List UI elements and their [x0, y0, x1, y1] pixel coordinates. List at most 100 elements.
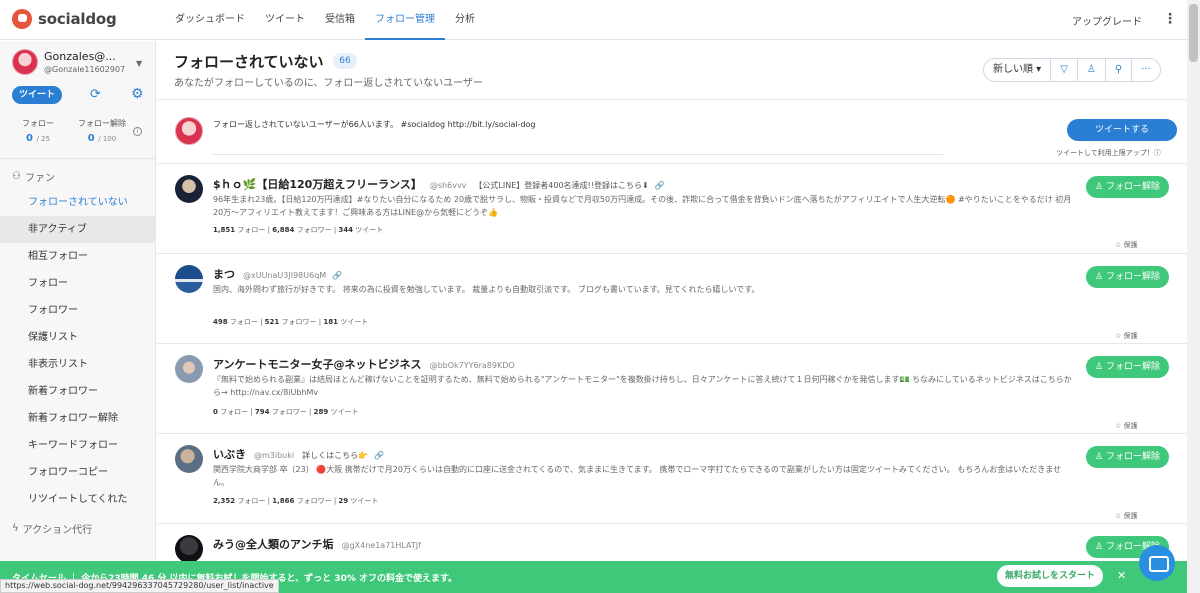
logo-text: socialdog — [38, 10, 117, 28]
nav-dashboard[interactable]: ダッシュボード — [165, 0, 255, 40]
nav-tweet[interactable]: ツイート — [255, 0, 315, 40]
sidebar-item-new-followers[interactable]: 新着フォロワー — [0, 378, 156, 405]
user-name[interactable]: アンケートモニター女子@ネットビジネス — [213, 358, 422, 371]
avatar — [175, 445, 203, 473]
scrollbar[interactable] — [1187, 0, 1200, 593]
nav-follow-management[interactable]: フォロー管理 — [365, 0, 445, 40]
protect-button[interactable]: ☆ 保護 — [1115, 331, 1138, 341]
more-menu-icon[interactable]: ⋮ — [1163, 10, 1177, 28]
post-tweet-button[interactable]: ツイートする — [1067, 119, 1177, 141]
user-icon: ♙ — [1095, 182, 1104, 192]
sort-dropdown[interactable]: 新しい順 ▾ — [984, 59, 1050, 81]
user-counts: 498 フォロー | 521 フォロワー | 181 ツイート — [213, 318, 369, 326]
avatar — [175, 535, 203, 561]
sidebar-item-followers[interactable]: フォロワー — [0, 297, 156, 324]
account-switcher[interactable]: Gonzales@... @Gonzale11602907 — [12, 49, 125, 75]
close-icon[interactable]: ✕ — [1117, 569, 1126, 582]
unfollow-button[interactable]: ♙ フォロー解除 — [1086, 356, 1169, 378]
avatar — [12, 49, 38, 75]
compose-text[interactable]: フォロー返しされていないユーザーが66人います。 #socialdog http… — [213, 119, 536, 130]
tweets-count: 181 — [323, 318, 338, 326]
user-name[interactable]: まつ — [213, 268, 235, 281]
page-subtitle: あなたがフォローしているのに、フォロー返しされていないユーザー — [174, 78, 483, 89]
user-name[interactable]: $ｈｏ🌿【日給120万超えフリーランス】 — [213, 178, 422, 191]
link-icon[interactable]: 🔗 — [332, 271, 342, 280]
socialdog-logo[interactable]: socialdog — [12, 9, 117, 29]
free-trial-button[interactable]: 無料お試しをスタート — [997, 565, 1103, 587]
account-handle: @Gonzale11602907 — [44, 65, 126, 74]
stat-label: フォロー解除 — [78, 119, 126, 128]
nav-inbox[interactable]: 受信箱 — [315, 0, 365, 40]
user-icon: ♙ — [1095, 542, 1104, 552]
count-label: フォロワー — [296, 497, 332, 505]
stat-value: 0 — [26, 133, 33, 144]
user-icon[interactable]: ♙ — [1076, 59, 1105, 81]
protect-button[interactable]: ☆ 保護 — [1115, 511, 1138, 521]
scrollbar-thumb[interactable] — [1189, 4, 1198, 62]
sidebar-item-retweeted[interactable]: リツイートしてくれた — [0, 486, 156, 513]
user-icon: ♙ — [1095, 452, 1104, 462]
unfollow-label: フォロー解除 — [1105, 362, 1160, 372]
sidebar-item-hidden[interactable]: 非表示リスト — [0, 351, 156, 378]
chevron-down-icon[interactable]: ▼ — [136, 59, 142, 68]
page-title: フォローされていない — [174, 53, 324, 71]
pin-icon[interactable]: ⚲ — [1104, 59, 1131, 81]
sidebar-item-keyword-follow[interactable]: キーワードフォロー — [0, 432, 156, 459]
action-section-header[interactable]: ϟ アクション代行 — [12, 521, 92, 536]
list-item: いぶき @m3ibuki 詳しくはこちら👉 🔗 関西学院大商学部 卒（23） 🔴大阪 … — [157, 433, 1187, 523]
nav-analytics[interactable]: 分析 — [445, 0, 485, 40]
user-name[interactable]: いぶき — [213, 448, 246, 461]
refresh-icon[interactable]: ⟳ — [90, 87, 101, 102]
people-icon: ⚇ — [12, 171, 21, 182]
following-count: 2,352 — [213, 497, 236, 505]
sidebar-item-new-unfollowers[interactable]: 新着フォロワー解除 — [0, 405, 156, 432]
user-bio: 96年生まれ23歳。【日給120万円達成】#なりたい自分になるため 20歳で脱サ… — [213, 195, 1072, 217]
main-nav: ダッシュボード ツイート 受信箱 フォロー管理 分析 — [165, 0, 485, 40]
user-counts: 1,851 フォロー | 6,884 フォロワー | 344 ツイート — [213, 226, 384, 234]
tweets-count: 29 — [338, 497, 349, 505]
tweet-button[interactable]: ツイート — [12, 86, 62, 104]
upgrade-link[interactable]: アップグレード — [1072, 13, 1142, 28]
unfollow-button[interactable]: ♙ フォロー解除 — [1086, 266, 1169, 288]
sidebar-item-mutual[interactable]: 相互フォロー — [0, 243, 156, 270]
more-options-icon[interactable]: ··· — [1131, 59, 1160, 81]
socialdog-logo-icon — [12, 9, 32, 29]
count-label: フォロワー — [281, 318, 317, 326]
user-name[interactable]: みう@全人類のアンチ垢 — [213, 538, 334, 551]
link-icon[interactable]: 🔗 — [655, 181, 665, 190]
gear-icon[interactable]: ⚙ — [131, 86, 144, 102]
unfollow-button[interactable]: ♙ フォロー解除 — [1086, 446, 1169, 468]
status-url: https://web.social-dog.net/9942963370457… — [0, 579, 279, 593]
count-label: フォロー — [229, 318, 258, 326]
chat-icon[interactable] — [1139, 545, 1175, 581]
unfollow-label: フォロー解除 — [1105, 272, 1160, 282]
protect-button[interactable]: ☆ 保護 — [1115, 240, 1138, 250]
count-label: ツイート — [350, 497, 379, 505]
following-count: 1,851 — [213, 226, 236, 234]
list-item: $ｈｏ🌿【日給120万超えフリーランス】 @sh6vvv 【公式LINE】登録者40… — [157, 163, 1187, 253]
sidebar-item-not-following-back[interactable]: フォローされていない — [0, 189, 156, 216]
filter-icon[interactable]: ▽ — [1050, 59, 1077, 81]
toolbar: 新しい順 ▾ ▽ ♙ ⚲ ··· — [983, 58, 1161, 82]
user-bio: 関西学院大商学部 卒（23） 🔴大阪 携帯だけで月20万くらいは自動的に口座に送… — [213, 465, 1061, 487]
count-label: ツイート — [355, 226, 384, 234]
list-item: まつ @xUUnaU3JI98U6qM 🔗 国内、海外問わず旅行が好きです。 将来の… — [157, 253, 1187, 343]
user-extra: 【公式LINE】登録者400名達成!!登録はこちら⬇ — [474, 181, 649, 190]
info-icon[interactable]: i — [133, 127, 142, 136]
list-item: アンケートモニター女子@ネットビジネス @bbOk7YY6ra89KDO 『無料で… — [157, 343, 1187, 433]
sidebar-item-protected[interactable]: 保護リスト — [0, 324, 156, 351]
unfollow-button[interactable]: ♙ フォロー解除 — [1086, 176, 1169, 198]
divider — [157, 99, 1187, 100]
follow-limit-stat: フォロー 0 / 25 — [22, 118, 54, 144]
sidebar-item-inactive[interactable]: 非アクティブ — [0, 216, 156, 243]
sidebar-item-follower-copy[interactable]: フォロワーコピー — [0, 459, 156, 486]
tweets-count: 289 — [313, 408, 329, 416]
count-label: フォロワー — [296, 226, 332, 234]
fan-section-header: ⚇ ファン — [12, 169, 55, 184]
user-counts: 0 フォロー | 794 フォロワー | 289 ツイート — [213, 408, 359, 416]
sidebar: Gonzales@... @Gonzale11602907 ▼ ツイート ⟳ ⚙… — [0, 41, 156, 561]
link-icon[interactable]: 🔗 — [374, 451, 384, 460]
sidebar-item-following[interactable]: フォロー — [0, 270, 156, 297]
protect-button[interactable]: ☆ 保護 — [1115, 421, 1138, 431]
count-label: フォロワー — [271, 408, 307, 416]
